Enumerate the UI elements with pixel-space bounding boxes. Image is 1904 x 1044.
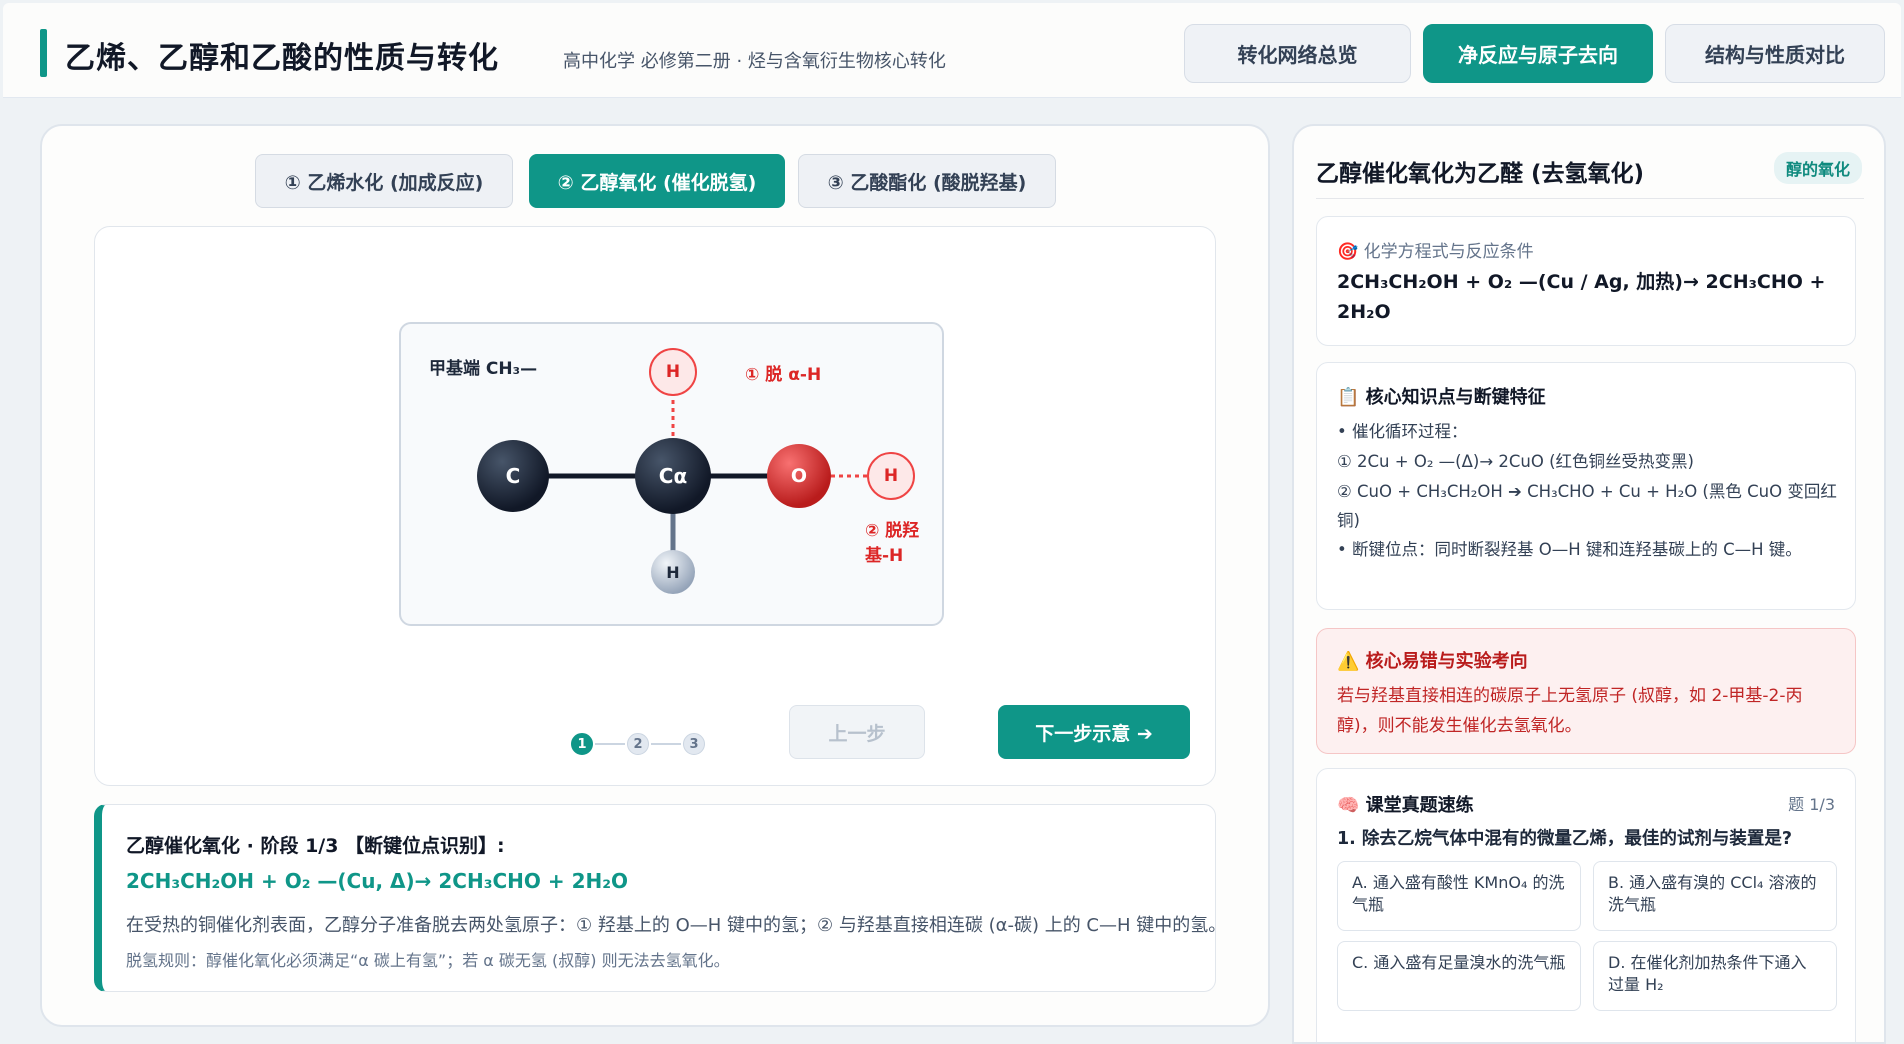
step-dot-2[interactable]: 2 bbox=[627, 733, 649, 755]
quiz-heading: 🧠 课堂真题速练 bbox=[1337, 795, 1474, 816]
step-dot-3[interactable]: 3 bbox=[683, 733, 705, 755]
page-title: 乙烯、乙醇和乙酸的性质与转化 bbox=[65, 41, 499, 76]
prev-step-button[interactable]: 上一步 bbox=[789, 705, 925, 759]
quiz-card: 🧠 课堂真题速练 题 1/3 1. 除去乙烷气体中混有的微量乙烯，最佳的试剂与装… bbox=[1316, 768, 1856, 1042]
reaction-type-badge: 醇的氧化 bbox=[1773, 152, 1862, 184]
knowledge-card-heading: 📋 核心知识点与断键特征 bbox=[1337, 387, 1546, 408]
step-connector bbox=[651, 743, 681, 745]
warning-heading: ⚠️ 核心易错与实验考向 bbox=[1337, 651, 1528, 672]
tab-acetic-esterification[interactable]: ③ 乙酸酯化 (酸脱羟基) bbox=[798, 154, 1056, 208]
page-subtitle: 高中化学 必修第二册 · 烃与含氧衍生物核心转化 bbox=[563, 51, 946, 72]
info-sidebar: 乙醇催化氧化为乙醛 (去氢氧化) 醇的氧化 🎯 化学方程式与反应条件 2CH₃C… bbox=[1292, 124, 1886, 1044]
title-accent-bar bbox=[40, 29, 47, 77]
equation-card-equation: 2CH₃CH₂OH + O₂ —(Cu / Ag, 加热)→ 2CH₃CHO +… bbox=[1337, 271, 1826, 323]
step-indicator: 1 2 3 bbox=[571, 733, 705, 755]
equation-card: 🎯 化学方程式与反应条件 2CH₃CH₂OH + O₂ —(Cu / Ag, 加… bbox=[1316, 216, 1856, 346]
hydroxyl-hydrogen-atom: H bbox=[867, 452, 915, 500]
step-dot-1[interactable]: 1 bbox=[571, 733, 593, 755]
molecule-diagram: 甲基端 CH₃— C Cα O H H H ① 脱 α-H ② 脱羟基-H bbox=[399, 322, 944, 626]
knowledge-card: 📋 核心知识点与断键特征 • 催化循环过程： ① 2Cu + O₂ —(Δ)→ … bbox=[1316, 362, 1856, 610]
nav-structure-compare-button[interactable]: 结构与性质对比 bbox=[1665, 24, 1885, 83]
knowledge-line: • 断键位点：同时断裂羟基 O—H 键和连羟基碳上的 C—H 键。 bbox=[1337, 540, 1802, 559]
explanation-body: 在受热的铜催化剂表面，乙醇分子准备脱去两处氢原子：① 羟基上的 O—H 键中的氢… bbox=[126, 915, 1227, 936]
sidebar-title: 乙醇催化氧化为乙醛 (去氢氧化) bbox=[1316, 161, 1645, 187]
stage-explanation: 乙醇催化氧化 · 阶段 1/3 【断键位点识别】: 2CH₃CH₂OH + O₂… bbox=[94, 804, 1226, 992]
nav-net-reaction-button[interactable]: 净反应与原子去向 bbox=[1423, 24, 1653, 83]
knowledge-line: ② CuO + CH₃CH₂OH ➔ CH₃CHO + Cu + H₂O (黑色… bbox=[1337, 482, 1837, 530]
hydrogen-atom: H bbox=[651, 550, 695, 594]
quiz-option-c[interactable]: C. 通入盛有足量溴水的洗气瓶 bbox=[1337, 941, 1581, 1011]
explanation-heading: 乙醇催化氧化 · 阶段 1/3 【断键位点识别】: bbox=[126, 835, 505, 857]
quiz-counter: 题 1/3 bbox=[1788, 795, 1835, 814]
warning-body: 若与羟基直接相连的碳原子上无氢原子 (叔醇，如 2-甲基-2-丙醇)，则不能发生… bbox=[1337, 686, 1803, 736]
explanation-equation: 2CH₃CH₂OH + O₂ —(Cu, Δ)→ 2CH₃CHO + 2H₂O bbox=[126, 869, 628, 893]
carbon-atom: C bbox=[477, 440, 549, 512]
tab-ethanol-oxidation[interactable]: ② 乙醇氧化 (催化脱氢) bbox=[529, 154, 785, 208]
hydroxyl-h-label: ② 脱羟基-H bbox=[865, 521, 920, 566]
reaction-demo-panel: ① 乙烯水化 (加成反应) ② 乙醇氧化 (催化脱氢) ③ 乙酸酯化 (酸脱羟基… bbox=[40, 124, 1270, 1027]
equation-card-heading: 🎯 化学方程式与反应条件 bbox=[1337, 242, 1534, 262]
knowledge-line: ① 2Cu + O₂ —(Δ)→ 2CuO (红色铜丝受热变黑) bbox=[1337, 452, 1694, 471]
alpha-carbon-atom: Cα bbox=[635, 438, 711, 514]
quiz-option-d[interactable]: D. 在催化剂加热条件下通入过量 H₂ bbox=[1593, 941, 1837, 1011]
step-connector bbox=[595, 743, 625, 745]
app-header: 乙烯、乙醇和乙酸的性质与转化 高中化学 必修第二册 · 烃与含氧衍生物核心转化 … bbox=[3, 3, 1901, 98]
warning-card: ⚠️ 核心易错与实验考向 若与羟基直接相连的碳原子上无氢原子 (叔醇，如 2-甲… bbox=[1316, 628, 1856, 754]
quiz-question: 1. 除去乙烷气体中混有的微量乙烯，最佳的试剂与装置是? bbox=[1337, 829, 1793, 849]
divider bbox=[1316, 198, 1864, 199]
alpha-h-label: ① 脱 α-H bbox=[745, 365, 822, 385]
quiz-option-a[interactable]: A. 通入盛有酸性 KMnO₄ 的洗气瓶 bbox=[1337, 861, 1581, 931]
animation-stage: 甲基端 CH₃— C Cα O H H H ① 脱 α-H ② 脱羟基-H 1 … bbox=[94, 226, 1216, 786]
next-step-button[interactable]: 下一步示意 ➔ bbox=[998, 705, 1190, 759]
oxygen-atom: O bbox=[767, 444, 831, 508]
explanation-rule: 脱氢规则：醇催化氧化必须满足“α 碳上有氢”；若 α 碳无氢 (叔醇) 则无法去… bbox=[126, 951, 730, 970]
quiz-option-b[interactable]: B. 通入盛有溴的 CCl₄ 溶液的洗气瓶 bbox=[1593, 861, 1837, 931]
tab-ethylene-hydration[interactable]: ① 乙烯水化 (加成反应) bbox=[255, 154, 513, 208]
knowledge-line: • 催化循环过程： bbox=[1337, 422, 1468, 441]
nav-overview-button[interactable]: 转化网络总览 bbox=[1184, 24, 1411, 83]
alpha-hydrogen-atom: H bbox=[649, 348, 697, 396]
